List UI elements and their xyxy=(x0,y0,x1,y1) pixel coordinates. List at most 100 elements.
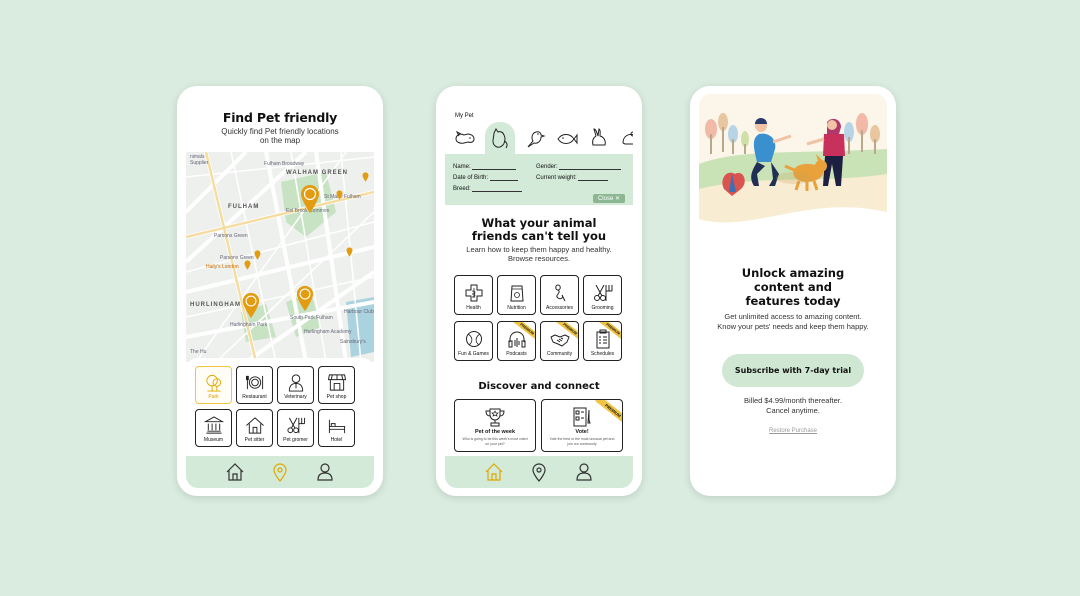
map-label: Sainsbury's xyxy=(340,339,366,345)
category-label: Hotel xyxy=(330,437,343,443)
pet-selector xyxy=(445,122,633,156)
category-sheet: Park Restaurant Veterinary Pet shop Muse… xyxy=(186,358,374,462)
paywall-screen: Unlock amazing content and features toda… xyxy=(699,94,887,488)
map-pin-icon[interactable] xyxy=(244,260,251,270)
card-title: Pet of the week xyxy=(474,429,516,435)
resource-grooming[interactable]: Grooming xyxy=(583,275,622,315)
resources-screen: My Pet Name: Gender: Date of Birth: Curr… xyxy=(445,94,633,488)
resource-schedules[interactable]: PREMIUM Schedules xyxy=(583,321,622,361)
pet-of-week-card[interactable]: Pet of the week Who is going to be this … xyxy=(454,399,536,452)
vote-card[interactable]: PREMIUM Vote! Vote the best or the most … xyxy=(541,399,623,452)
profile-icon[interactable] xyxy=(315,462,335,482)
card-description: Who is going to be this week's most vote… xyxy=(462,437,528,446)
resource-fun-games[interactable]: Fun & Games xyxy=(454,321,493,361)
category-museum[interactable]: Museum xyxy=(195,409,232,447)
dob-field[interactable]: Date of Birth: xyxy=(453,175,518,181)
premium-ribbon: PREMIUM xyxy=(595,400,622,426)
shop-icon xyxy=(327,374,346,391)
map-pin-icon[interactable] xyxy=(296,285,314,312)
map-label: Harbour Club xyxy=(344,309,374,315)
dog-icon[interactable] xyxy=(453,127,477,151)
card-description: Vote the best or the most unusual pet an… xyxy=(549,437,615,446)
category-veterinary[interactable]: Veterinary xyxy=(277,366,314,404)
house-icon xyxy=(245,417,264,434)
billing-info: Billed $4.99/month thereafter. Cancel an… xyxy=(744,396,842,415)
category-hotel[interactable]: Hotel xyxy=(318,409,355,447)
rabbit-icon[interactable] xyxy=(587,127,611,151)
resource-label: Podcasts xyxy=(506,351,527,357)
map-pin-icon[interactable] xyxy=(300,184,320,214)
subscribe-button[interactable]: Subscribe with 7-day trial xyxy=(722,354,864,387)
gender-field[interactable]: Gender: xyxy=(536,164,622,170)
food-bag-icon xyxy=(509,285,524,302)
location-icon[interactable] xyxy=(270,462,290,482)
map-label: HURLINGHAM xyxy=(190,302,241,308)
map-pin-icon[interactable] xyxy=(346,247,353,257)
map-pin-icon[interactable] xyxy=(362,172,369,182)
phone-map-screen: Find Pet friendly Quickly find Pet frien… xyxy=(177,86,383,496)
phone-paywall-screen: Unlock amazing content and features toda… xyxy=(690,86,896,496)
category-label: Pet shop xyxy=(326,394,347,400)
category-label: Museum xyxy=(203,437,224,443)
resource-label: Grooming xyxy=(591,305,614,311)
fish-icon[interactable] xyxy=(555,127,579,151)
category-label: Pet sitter xyxy=(244,437,265,443)
pet-tab-selected[interactable] xyxy=(485,122,515,156)
category-label: Restaurant xyxy=(242,394,267,400)
name-field[interactable]: Name: xyxy=(453,164,517,170)
home-icon[interactable] xyxy=(484,462,504,482)
resource-nutrition[interactable]: Nutrition xyxy=(497,275,536,315)
hero-illustration xyxy=(699,94,887,246)
category-pet-shop[interactable]: Pet shop xyxy=(318,366,355,404)
category-label: Pet gromer xyxy=(283,437,308,443)
tab-bar xyxy=(186,456,374,488)
resource-label: Nutrition xyxy=(507,305,526,311)
scissors-icon xyxy=(286,417,305,434)
trophy-icon xyxy=(485,408,505,427)
category-restaurant[interactable]: Restaurant xyxy=(236,366,273,404)
resource-community[interactable]: PREMIUM Community xyxy=(540,321,579,361)
weight-field[interactable]: Current weight: xyxy=(536,175,609,181)
paywall-subtitle: Get unlimited access to amazing content.… xyxy=(717,312,869,331)
location-icon[interactable] xyxy=(529,462,549,482)
close-button[interactable]: Close ✕ xyxy=(592,194,625,203)
resource-label: Health xyxy=(466,305,481,311)
map-pin-icon[interactable] xyxy=(254,250,261,260)
breed-field[interactable]: Breed: xyxy=(453,186,523,192)
handshake-icon xyxy=(550,334,569,347)
home-icon[interactable] xyxy=(225,462,245,482)
resource-accessories[interactable]: Accessories xyxy=(540,275,579,315)
profile-icon[interactable] xyxy=(574,462,594,482)
map-label: The Hu xyxy=(190,349,207,355)
resource-health[interactable]: Health xyxy=(454,275,493,315)
map-screen: Find Pet friendly Quickly find Pet frien… xyxy=(186,94,374,488)
paywall-title: Unlock amazing content and features toda… xyxy=(741,266,845,308)
museum-icon xyxy=(203,416,224,434)
map-view[interactable]: nimals Supplier Fulham Broadway WALHAM G… xyxy=(186,152,374,362)
headphones-icon xyxy=(508,331,525,348)
map-pin-icon[interactable] xyxy=(336,190,343,200)
tab-bar xyxy=(445,456,633,488)
close-icon: ✕ xyxy=(614,196,620,202)
map-label: FULHAM xyxy=(228,204,260,210)
plate-icon xyxy=(245,375,263,390)
map-label: Parsons Green xyxy=(214,233,248,239)
map-label: Hally's London xyxy=(206,264,239,270)
hamster-icon[interactable] xyxy=(619,127,633,151)
resource-podcasts[interactable]: PREMIUM Podcasts xyxy=(497,321,536,361)
category-pet-sitter[interactable]: Pet sitter xyxy=(236,409,273,447)
discover-heading: Discover and connect xyxy=(478,381,600,392)
bird-icon[interactable] xyxy=(523,127,547,151)
resources-heading: What your animal friends can't tell you xyxy=(471,216,607,243)
card-title: Vote! xyxy=(575,429,589,435)
category-pet-gromer[interactable]: Pet gromer xyxy=(277,409,314,447)
map-label: Fulham Broadway xyxy=(264,161,305,167)
vet-icon xyxy=(288,374,303,392)
category-park[interactable]: Park xyxy=(195,366,232,404)
restore-purchase-link[interactable]: Restore Purchase xyxy=(699,428,887,434)
resource-label: Accessories xyxy=(546,305,573,311)
resources-subheading: Learn how to keep them happy and healthy… xyxy=(466,245,612,263)
bed-icon xyxy=(328,419,345,434)
ball-icon xyxy=(465,331,482,347)
map-pin-icon[interactable] xyxy=(242,292,260,319)
